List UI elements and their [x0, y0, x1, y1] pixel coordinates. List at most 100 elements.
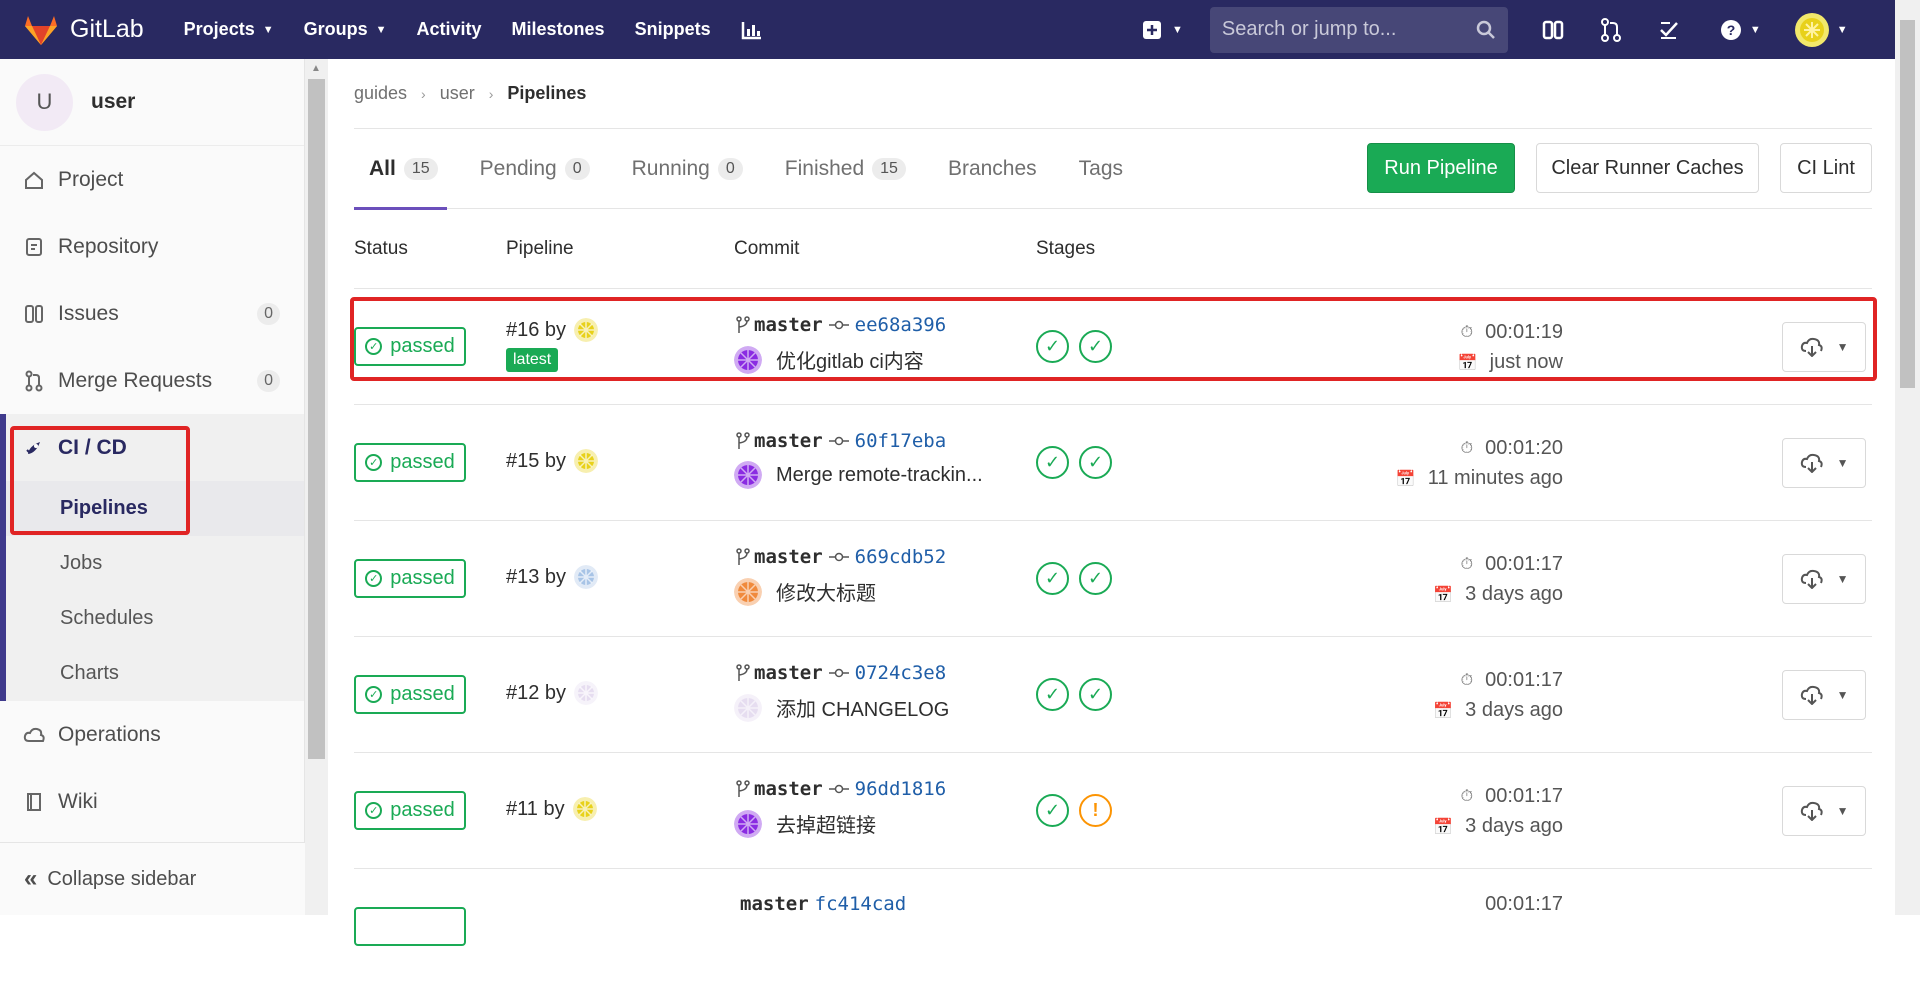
chart-icon[interactable] — [741, 20, 763, 40]
status-badge-passed[interactable]: ✓ passed — [354, 675, 466, 714]
sidebar-subitem-charts[interactable]: Charts — [6, 646, 304, 701]
pipeline-id-link[interactable]: #15 by — [506, 450, 566, 473]
run-pipeline-button[interactable]: Run Pipeline — [1367, 143, 1515, 193]
sidebar-project-header[interactable]: U user — [0, 59, 304, 146]
ci-lint-button[interactable]: CI Lint — [1780, 143, 1872, 193]
issues-icon[interactable] — [1540, 17, 1566, 43]
status-badge-passed[interactable]: ✓ passed — [354, 327, 466, 366]
nav-groups[interactable]: Groups ▼ — [304, 19, 387, 40]
triggerer-avatar[interactable] — [574, 681, 599, 705]
branch-name-link[interactable]: master — [754, 778, 823, 800]
help-dropdown[interactable]: ? ▼ — [1720, 19, 1761, 41]
tab-all[interactable]: All 15 — [354, 129, 454, 210]
sidebar-item-repository[interactable]: Repository — [0, 213, 304, 280]
tab-tags[interactable]: Tags — [1079, 129, 1139, 209]
breadcrumb-project[interactable]: user — [440, 83, 475, 104]
commit-message-link[interactable]: 去掉超链接 — [776, 809, 876, 838]
sidebar-item-operations[interactable]: Operations — [0, 701, 304, 768]
tab-running[interactable]: Running 0 — [632, 129, 759, 209]
sidebar-scrollbar-thumb[interactable] — [308, 79, 325, 759]
branch-name-link[interactable]: master — [754, 546, 823, 568]
nav-snippets[interactable]: Snippets — [635, 19, 711, 40]
artifacts-download-button[interactable]: ▼ — [1782, 786, 1866, 836]
sidebar-item-label: Wiki — [58, 789, 98, 813]
commit-author-avatar[interactable] — [734, 461, 762, 489]
triggerer-avatar[interactable] — [574, 449, 599, 473]
page-scrollbar-thumb[interactable] — [1900, 20, 1915, 388]
breadcrumb-group[interactable]: guides — [354, 83, 407, 104]
commit-message-link[interactable]: Merge remote-trackin... — [776, 464, 983, 487]
nav-activity[interactable]: Activity — [417, 19, 482, 40]
branch-name-link[interactable]: master — [740, 893, 809, 915]
branch-name-link[interactable]: master — [754, 430, 823, 452]
sidebar-item-issues[interactable]: Issues 0 — [0, 280, 304, 347]
gitlab-logo[interactable]: GitLab — [24, 14, 144, 46]
commit-author-avatar[interactable] — [734, 693, 762, 722]
page-scrollbar[interactable] — [1895, 0, 1920, 915]
stage-success-icon[interactable]: ✓ — [1036, 446, 1069, 479]
status-badge-passed[interactable]: ✓ passed — [354, 443, 466, 482]
merge-request-icon[interactable] — [1598, 17, 1624, 43]
sidebar-item-merge-requests[interactable]: Merge Requests 0 — [0, 347, 304, 414]
search-input[interactable]: Search or jump to... — [1209, 6, 1508, 53]
stage-success-icon[interactable]: ✓ — [1079, 678, 1112, 711]
pipeline-id-link[interactable]: #12 by — [506, 682, 566, 705]
sidebar-item-project[interactable]: Project — [0, 146, 304, 213]
pipeline-id-link[interactable]: #11 by — [506, 798, 565, 821]
stage-success-icon[interactable]: ✓ — [1079, 330, 1112, 363]
branch-name-link[interactable]: master — [754, 662, 823, 684]
commit-sha-link[interactable]: fc414cad — [815, 893, 907, 915]
commit-sha-link[interactable]: 0724c3e8 — [855, 662, 947, 684]
status-badge-passed[interactable] — [354, 907, 466, 946]
commit-author-avatar[interactable] — [734, 577, 762, 606]
scroll-up-arrow-icon[interactable]: ▲ — [311, 63, 321, 74]
sidebar-subitem-pipelines[interactable]: Pipelines — [6, 481, 304, 536]
sidebar-subitem-schedules[interactable]: Schedules — [6, 591, 304, 646]
commit-sha-link[interactable]: ee68a396 — [855, 314, 947, 336]
branch-name-link[interactable]: master — [754, 314, 823, 336]
stage-success-icon[interactable]: ✓ — [1036, 562, 1069, 595]
commit-message-link[interactable]: 添加 CHANGELOG — [776, 693, 949, 722]
artifacts-download-button[interactable]: ▼ — [1782, 322, 1866, 372]
clear-runner-caches-button[interactable]: Clear Runner Caches — [1536, 143, 1759, 193]
stage-success-icon[interactable]: ✓ — [1036, 678, 1069, 711]
sidebar-item-cicd[interactable]: CI / CD — [6, 414, 304, 481]
stage-success-icon[interactable]: ✓ — [1079, 446, 1112, 479]
pipeline-id-link[interactable]: #16 by — [506, 319, 566, 342]
chevron-down-icon: ▼ — [1836, 804, 1849, 818]
commit-sha-link[interactable]: 96dd1816 — [855, 778, 947, 800]
tab-finished[interactable]: Finished 15 — [785, 129, 922, 209]
commit-author-avatar[interactable] — [734, 345, 762, 374]
artifacts-download-button[interactable]: ▼ — [1782, 438, 1866, 488]
sidebar-item-wiki[interactable]: Wiki — [0, 768, 304, 835]
stage-warning-icon[interactable]: ! — [1079, 794, 1112, 827]
triggerer-avatar[interactable] — [572, 797, 597, 821]
breadcrumb-current[interactable]: Pipelines — [507, 83, 586, 104]
stage-success-icon[interactable]: ✓ — [1036, 330, 1069, 363]
collapse-sidebar-button[interactable]: « Collapse sidebar — [0, 842, 305, 915]
stage-success-icon[interactable]: ✓ — [1036, 794, 1069, 827]
stage-success-icon[interactable]: ✓ — [1079, 562, 1112, 595]
commit-sha-link[interactable]: 60f17eba — [855, 430, 947, 452]
triggerer-avatar[interactable] — [574, 318, 599, 342]
brand-name: GitLab — [70, 15, 144, 43]
tab-pending[interactable]: Pending 0 — [480, 129, 606, 209]
pipeline-id-link[interactable]: #13 by — [506, 566, 566, 589]
sidebar-subitem-jobs[interactable]: Jobs — [6, 536, 304, 591]
new-dropdown-button[interactable]: ▼ — [1142, 20, 1183, 40]
artifacts-download-button[interactable]: ▼ — [1782, 670, 1866, 720]
artifacts-download-button[interactable]: ▼ — [1782, 554, 1866, 604]
tab-branches[interactable]: Branches — [948, 129, 1053, 209]
commit-message-link[interactable]: 优化gitlab ci内容 — [776, 345, 924, 374]
todo-check-icon[interactable] — [1656, 17, 1682, 43]
commit-sha-link[interactable]: 669cdb52 — [855, 546, 947, 568]
sidebar-scrollbar[interactable]: ▲ — [305, 59, 328, 915]
user-menu[interactable]: ▼ — [1794, 12, 1848, 47]
status-badge-passed[interactable]: ✓ passed — [354, 559, 466, 598]
status-badge-passed[interactable]: ✓ passed — [354, 791, 466, 830]
commit-author-avatar[interactable] — [734, 809, 762, 838]
triggerer-avatar[interactable] — [574, 565, 599, 589]
nav-projects[interactable]: Projects ▼ — [184, 19, 274, 40]
nav-milestones[interactable]: Milestones — [512, 19, 605, 40]
commit-message-link[interactable]: 修改大标题 — [776, 577, 876, 606]
